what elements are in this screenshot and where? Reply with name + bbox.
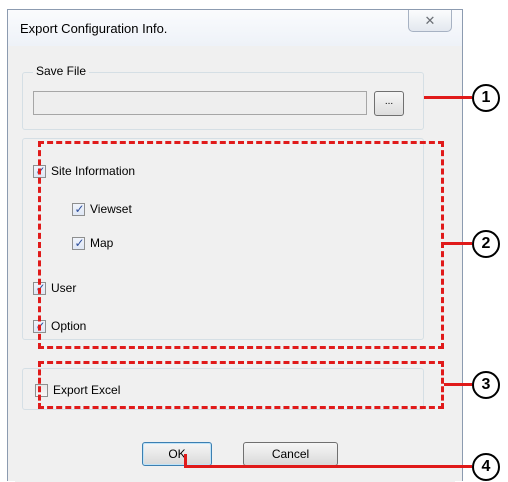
export-excel-highlight-box [38,361,444,409]
ok-button[interactable]: OK [142,442,212,466]
close-icon: ✕ [424,12,436,28]
options-highlight-box [38,141,444,349]
callout-1-line [424,96,472,99]
save-file-group: Save File ... [22,64,424,130]
callout-1: 1 [472,84,500,112]
browse-button[interactable]: ... [374,91,404,116]
callout-3-line [444,383,472,386]
callout-2: 2 [472,230,500,258]
save-file-path-input[interactable] [33,91,367,115]
cancel-button[interactable]: Cancel [243,442,338,466]
callout-3: 3 [472,371,500,399]
callout-4: 4 [472,453,500,481]
callout-2-line [444,242,472,245]
title-bar: Export Configuration Info. ✕ [8,10,462,46]
callout-4-line-horizontal [184,465,472,468]
save-file-group-label: Save File [33,64,90,78]
close-button[interactable]: ✕ [408,10,452,32]
dialog-title: Export Configuration Info. [20,21,168,36]
